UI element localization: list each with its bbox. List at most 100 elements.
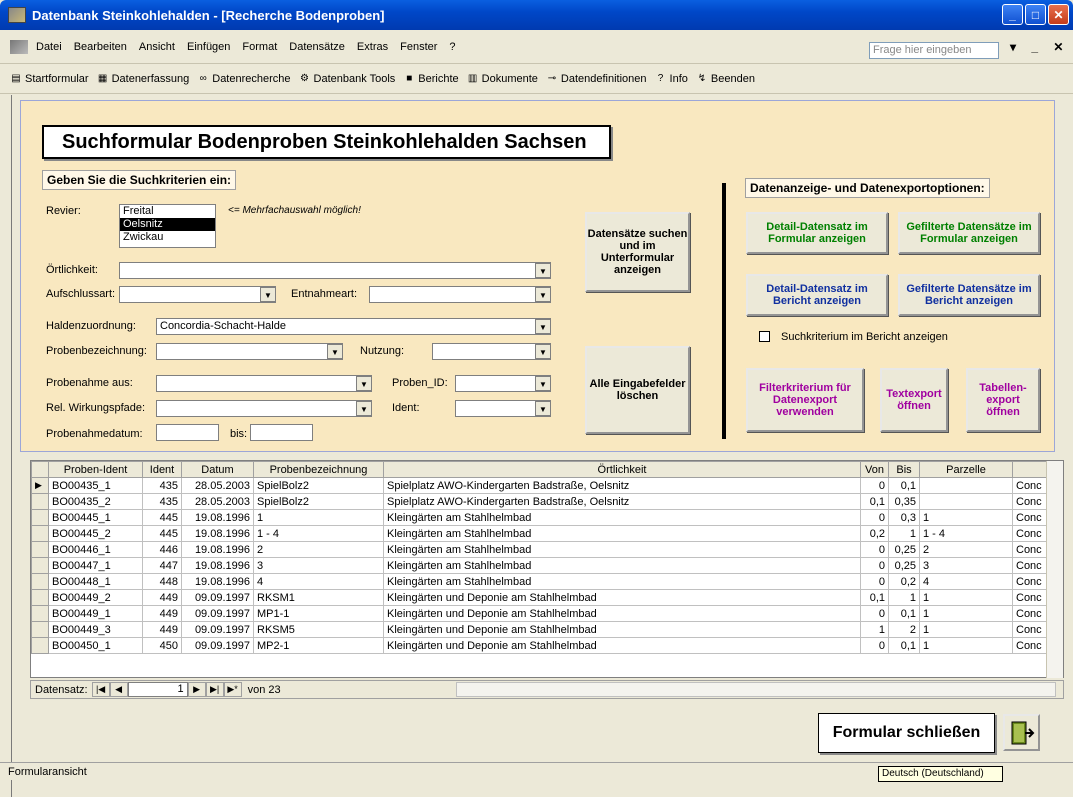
next-record-button[interactable]: ▶ [187,682,206,697]
table-cell[interactable]: 0,25 [888,541,920,558]
menu-datei[interactable]: Datei [36,41,62,53]
minimize-button[interactable]: _ [1002,4,1023,25]
table-cell[interactable]: 3 [253,557,384,574]
table-cell[interactable]: 1 [919,605,1013,622]
table-cell[interactable]: 0,1 [888,605,920,622]
table-row[interactable]: BO00445_1 445 19.08.1996 1 Kleingärten am St… [31,509,1063,526]
exit-door-icon[interactable] [1003,714,1040,751]
table-cell[interactable]: BO00448_1 [48,573,143,590]
revier-option-zwickau[interactable]: Zwickau [120,231,215,244]
table-row[interactable]: BO00448_1 448 19.08.1996 4 Kleingärten am St… [31,573,1063,590]
table-cell[interactable]: Spielplatz AWO-Kindergarten Badstraße, O… [383,493,861,510]
table-cell[interactable]: 449 [142,605,182,622]
col-parzelle[interactable]: Parzelle [919,461,1013,478]
table-cell[interactable]: 0 [860,509,889,526]
dropdown-arrow-icon[interactable]: ▼ [327,344,343,359]
toolbar-beenden[interactable]: ↯ Beenden [696,73,755,85]
datum-from-input[interactable] [156,424,219,441]
detail-form-button[interactable]: Detail-Datensatz im Formular anzeigen [746,212,888,254]
table-cell[interactable]: 1 [919,637,1013,654]
col-datum[interactable]: Datum [181,461,254,478]
table-cell[interactable]: 09.09.1997 [181,637,254,654]
mdi-window-controls[interactable]: ▾ _ ✕ [1010,40,1069,54]
table-cell[interactable]: 446 [142,541,182,558]
table-cell[interactable]: Kleingärten und Deponie am Stahlhelmbad [383,589,861,606]
table-row[interactable]: BO00445_2 445 19.08.1996 1 - 4 Kleingärten a… [31,525,1063,542]
toolbar-datendefinitionen[interactable]: ⊸ Datendefinitionen [546,73,647,85]
menu-help[interactable]: ? [449,41,455,53]
first-record-button[interactable]: |◀ [91,682,110,697]
table-row[interactable]: BO00446_1 446 19.08.1996 2 Kleingärten am St… [31,541,1063,558]
dropdown-arrow-icon[interactable]: ▼ [535,401,551,416]
nutzung-combo[interactable]: ▼ [432,343,551,360]
table-cell[interactable]: MP1-1 [253,605,384,622]
filtered-report-button[interactable]: Gefilterte Datensätze im Bericht anzeige… [898,274,1040,316]
table-cell[interactable]: 2 [253,541,384,558]
table-cell[interactable]: 4 [919,573,1013,590]
table-cell[interactable]: 0,25 [888,557,920,574]
table-row[interactable]: ▶ BO00435_1 435 28.05.2003 SpielBolz2 Spielpl… [31,477,1063,494]
row-selector-header[interactable] [31,461,49,478]
table-cell[interactable]: RKSM1 [253,589,384,606]
table-cell[interactable]: 19.08.1996 [181,509,254,526]
table-cell[interactable]: BO00445_1 [48,509,143,526]
table-cell[interactable]: 09.09.1997 [181,605,254,622]
table-cell[interactable] [919,477,1013,494]
row-selector[interactable] [31,493,49,510]
table-cell[interactable]: 1 [888,589,920,606]
dropdown-arrow-icon[interactable]: ▼ [356,376,372,391]
clear-fields-button[interactable]: Alle Eingabefelder löschen [585,346,690,434]
menu-extras[interactable]: Extras [357,41,388,53]
grid-horizontal-scrollbar[interactable] [456,682,1056,697]
close-window-button[interactable]: ✕ [1048,4,1069,25]
toolbar-dokumente[interactable]: ▥ Dokumente [467,73,538,85]
table-row[interactable]: BO00449_2 449 09.09.1997 RKSM1 Kleingärten u… [31,589,1063,606]
table-cell[interactable]: 435 [142,493,182,510]
table-cell[interactable]: 19.08.1996 [181,525,254,542]
table-cell[interactable]: Kleingärten und Deponie am Stahlhelmbad [383,621,861,638]
toolbar-datenerfassung[interactable]: ▦ Datenerfassung [97,73,189,85]
toolbar-startformular[interactable]: ▤ Startformular [10,73,88,85]
menu-ansicht[interactable]: Ansicht [139,41,175,53]
table-cell[interactable]: MP2-1 [253,637,384,654]
table-cell[interactable]: BO00445_2 [48,525,143,542]
wirkungspfade-combo[interactable]: ▼ [156,400,372,417]
new-record-button[interactable]: ▶* [223,682,242,697]
row-selector[interactable] [31,605,49,622]
table-cell[interactable]: Kleingärten und Deponie am Stahlhelmbad [383,605,861,622]
table-cell[interactable]: 449 [142,621,182,638]
table-cell[interactable]: 0,2 [888,573,920,590]
col-probenbezeichnung[interactable]: Probenbezeichnung [253,461,384,478]
table-cell[interactable]: BO00447_1 [48,557,143,574]
table-cell[interactable]: 3 [919,557,1013,574]
table-cell[interactable]: 1 [919,621,1013,638]
toolbar-datenbank-tools[interactable]: ⚙ Datenbank Tools [299,73,395,85]
row-selector[interactable] [31,541,49,558]
prev-record-button[interactable]: ◀ [109,682,128,697]
col-ident[interactable]: Ident [142,461,182,478]
row-selector[interactable] [31,589,49,606]
probenahme-combo[interactable]: ▼ [156,375,372,392]
table-cell[interactable]: 435 [142,477,182,494]
table-cell[interactable]: Spielplatz AWO-Kindergarten Badstraße, O… [383,477,861,494]
table-cell[interactable]: 2 [888,621,920,638]
row-selector[interactable] [31,621,49,638]
row-selector[interactable] [31,573,49,590]
table-cell[interactable]: 28.05.2003 [181,493,254,510]
table-cell[interactable]: 2 [919,541,1013,558]
table-cell[interactable]: 1 - 4 [919,525,1013,542]
grid-vertical-scrollbar[interactable] [1046,461,1063,678]
toolbar-berichte[interactable]: ■ Berichte [403,73,458,85]
oertlichkeit-combo[interactable]: ▼ [119,262,551,279]
table-row[interactable]: BO00450_1 450 09.09.1997 MP2-1 Kleingärten u… [31,637,1063,654]
menu-datensaetze[interactable]: Datensätze [289,41,345,53]
table-cell[interactable]: 0,1 [888,637,920,654]
table-cell[interactable]: Kleingärten und Deponie am Stahlhelmbad [383,637,861,654]
dropdown-arrow-icon[interactable]: ▼ [535,319,551,334]
col-bis[interactable]: Bis [888,461,920,478]
table-cell[interactable]: 445 [142,525,182,542]
table-cell[interactable]: 0 [860,557,889,574]
dropdown-arrow-icon[interactable]: ▼ [535,263,551,278]
table-cell[interactable]: SpielBolz2 [253,477,384,494]
row-selector[interactable] [31,509,49,526]
